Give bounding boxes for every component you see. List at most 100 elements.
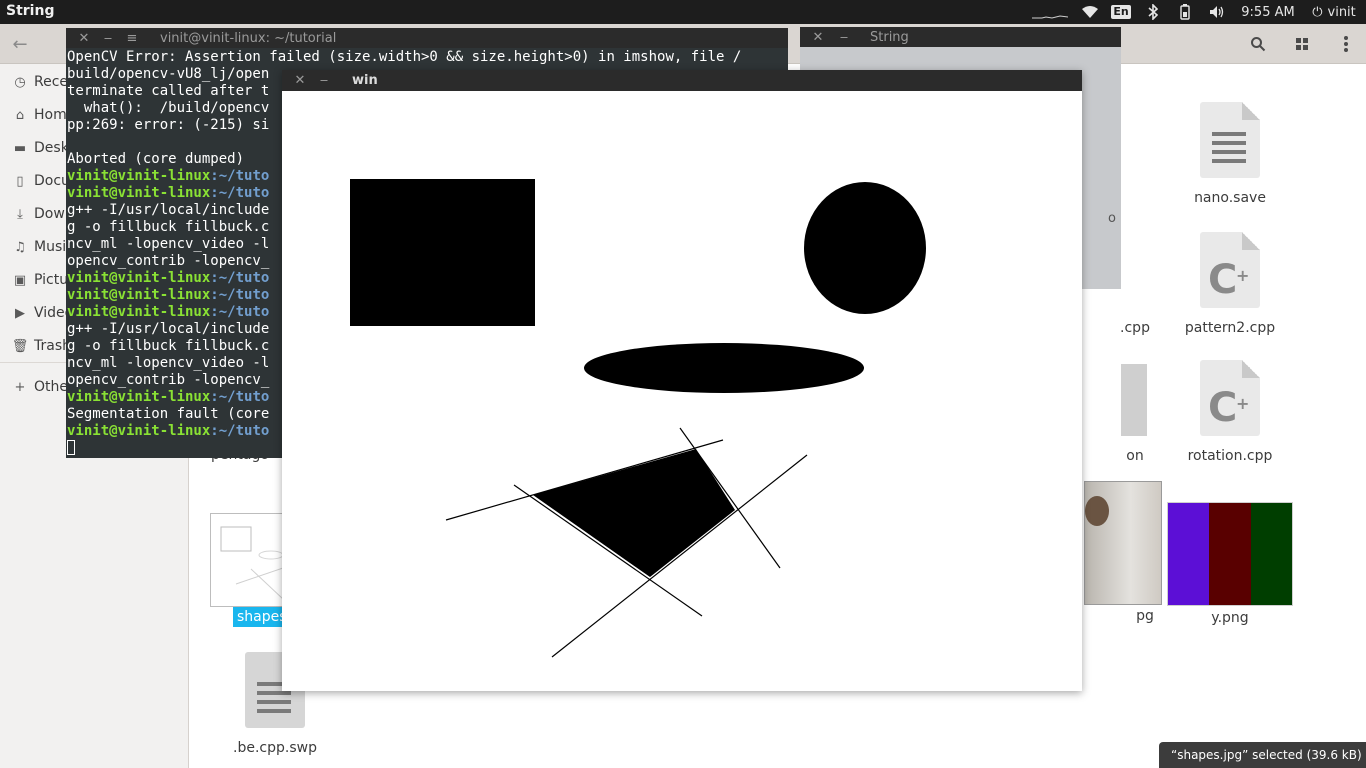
partial-text: o [1108, 211, 1116, 226]
output-text: g++ -I/usr/local/include [67, 321, 270, 337]
partial-file-icon [1121, 364, 1147, 436]
lang-label: En [1111, 5, 1131, 19]
indicator-graph [1030, 0, 1070, 24]
plus-icon: + [14, 379, 26, 395]
grid-view-icon[interactable] [1290, 32, 1314, 56]
output-text: opencv_contrib -lopencv_ [67, 372, 270, 388]
output-text: Aborted (core dumped) [67, 151, 245, 167]
file-label: .be.cpp.swp [233, 740, 317, 756]
file-item[interactable]: y.png [1165, 502, 1295, 626]
black-ellipse [584, 343, 864, 393]
output-text: terminate called after t [67, 83, 270, 99]
window-titlebar[interactable]: ✕ ‒ String [800, 27, 1121, 47]
output-text: g -o fillbuck fillbuck.c [67, 219, 270, 235]
black-quadrilateral [533, 449, 735, 577]
prompt-path: :~/tuto [210, 287, 270, 303]
minimize-icon[interactable]: ‒ [316, 70, 332, 91]
output-text: what(): /build/opencv [67, 100, 270, 116]
output-text: g -o fillbuck fillbuck.c [67, 338, 270, 354]
image-thumbnail [1167, 502, 1293, 606]
close-icon[interactable]: ✕ [76, 28, 92, 48]
file-label: pattern2.cpp [1184, 320, 1276, 336]
keyboard-layout-indicator[interactable]: En [1111, 0, 1131, 24]
file-label: nano.save [1194, 190, 1266, 206]
maximize-icon[interactable]: ≡ [124, 28, 140, 48]
prompt-user: vinit@vinit-linux [67, 423, 211, 439]
file-item[interactable]: C + pattern2.cpp [1165, 232, 1295, 336]
file-item-selected[interactable]: shapes [210, 513, 291, 627]
file-label: rotation.cpp [1187, 448, 1273, 464]
music-icon: ♫ [14, 239, 26, 255]
search-icon[interactable] [1246, 32, 1270, 56]
clock[interactable]: 9:55 AM [1236, 0, 1300, 24]
prompt-path: :~/tuto [210, 304, 270, 320]
black-rectangle [350, 179, 535, 326]
minimize-icon[interactable]: ‒ [100, 28, 116, 48]
prompt-path: :~/tuto [210, 168, 270, 184]
documents-icon: ▯ [16, 173, 24, 189]
wifi-icon[interactable] [1079, 0, 1101, 24]
prompt-path: :~/tuto [210, 389, 270, 405]
shapes-thumbnail [210, 513, 284, 607]
terminal-line: OpenCV Error: Assertion failed (size.wid… [67, 49, 788, 66]
prompt-user: vinit@vinit-linux [67, 270, 211, 286]
cpp-file-icon: C + [1200, 360, 1260, 436]
pictures-icon: ▣ [13, 272, 27, 288]
user-name: vinit [1327, 4, 1356, 20]
cpp-file-icon: C + [1200, 232, 1260, 308]
downloads-icon: ⤓ [17, 206, 23, 222]
trash-icon: 🗑 [11, 338, 29, 354]
back-arrow-icon[interactable]: ← [8, 32, 32, 56]
sidebar-item-music[interactable]: ♫ Music [12, 235, 74, 259]
file-label: y.png [1211, 610, 1249, 626]
home-icon: ⌂ [15, 107, 25, 123]
close-icon[interactable]: ✕ [292, 70, 308, 91]
prompt-user: vinit@vinit-linux [67, 304, 211, 320]
output-text: Segmentation fault (core [67, 406, 270, 422]
power-icon: ⏻ [1312, 4, 1323, 20]
prompt-path: :~/tuto [210, 185, 270, 201]
sparkline-icon [1032, 15, 1068, 19]
sidebar-item-trash[interactable]: 🗑 Trash [12, 334, 71, 358]
menu-kebab-icon[interactable] [1334, 32, 1358, 56]
prompt-user: vinit@vinit-linux [67, 287, 211, 303]
videos-icon: ▶ [15, 305, 25, 321]
output-text: build/opencv-vU8_lj/open [67, 66, 270, 82]
shapes-image [350, 179, 926, 658]
session-menu[interactable]: ⏻ vinit [1306, 0, 1362, 24]
window-title: String [870, 29, 909, 45]
prompt-user: vinit@vinit-linux [67, 185, 211, 201]
output-text: ncv_ml -lopencv_video -l [67, 355, 270, 371]
window-title: vinit@vinit-linux: ~/tutorial [160, 30, 337, 46]
prompt-path: :~/tuto [210, 423, 270, 439]
desktop: String En 9:55 AM ⏻ vinit ← ◷ Recent ⌂ H… [0, 0, 1366, 768]
output-text: OpenCV Error: Assertion failed (size.wid… [67, 49, 742, 65]
text-file-icon [1200, 102, 1260, 178]
bluetooth-icon[interactable] [1143, 0, 1163, 24]
prompt-path: :~/tuto [210, 270, 270, 286]
output-text: opencv_contrib -lopencv_ [67, 253, 270, 269]
window-title: win [352, 73, 378, 88]
volume-icon[interactable] [1206, 0, 1228, 24]
file-item[interactable]: C + rotation.cpp [1165, 360, 1295, 464]
window-titlebar[interactable]: ✕ ‒ win [282, 70, 1082, 91]
desktop-icon: ▬ [13, 140, 27, 156]
file-item[interactable]: nano.save [1165, 102, 1295, 206]
active-app-title: String [6, 3, 55, 19]
window-titlebar[interactable]: ✕ ‒ ≡ vinit@vinit-linux: ~/tutorial [66, 28, 788, 48]
image-canvas [282, 91, 1082, 691]
battery-icon[interactable] [1175, 0, 1195, 24]
selection-status-bar: “shapes.jpg” selected (39.6 kB) [1159, 742, 1366, 768]
photo-thumbnail [1084, 481, 1162, 605]
prompt-user: vinit@vinit-linux [67, 389, 211, 405]
minimize-icon[interactable]: ‒ [836, 27, 852, 47]
output-text: g++ -I/usr/local/include [67, 202, 270, 218]
output-text: pp:269: error: (-215) si [67, 117, 270, 133]
clock-icon: ◷ [14, 74, 26, 90]
top-panel: String En 9:55 AM ⏻ vinit [0, 0, 1366, 24]
output-text: ncv_ml -lopencv_video -l [67, 236, 270, 252]
black-circle [804, 182, 926, 314]
text-cursor [67, 440, 75, 455]
close-icon[interactable]: ✕ [810, 27, 826, 47]
prompt-user: vinit@vinit-linux [67, 168, 211, 184]
